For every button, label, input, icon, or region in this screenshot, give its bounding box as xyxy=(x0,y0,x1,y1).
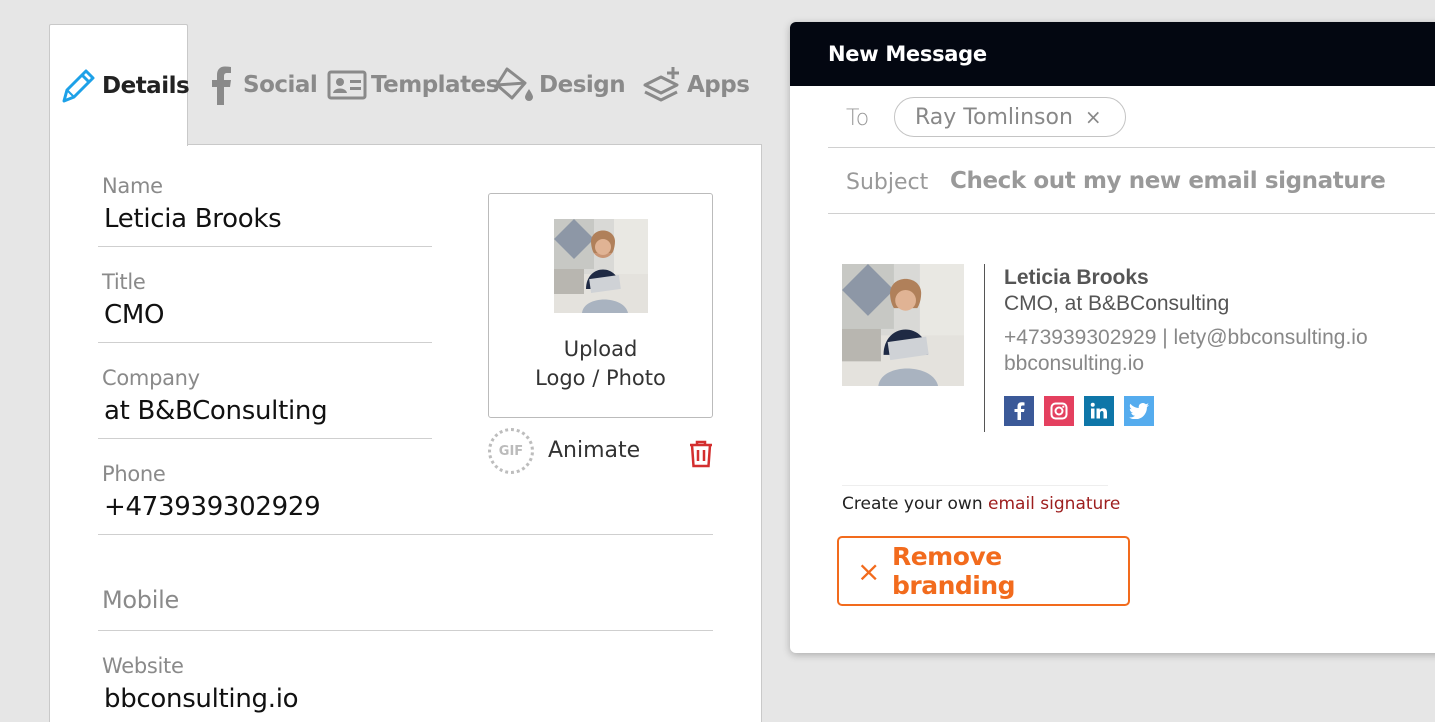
recipient-chip[interactable]: Ray Tomlinson × xyxy=(894,97,1126,137)
signature-name: Leticia Brooks xyxy=(1004,266,1149,289)
subject-label: Subject xyxy=(846,170,929,195)
tab-apps[interactable]: Apps xyxy=(641,24,750,145)
name-field[interactable]: Name Leticia Brooks xyxy=(98,170,432,247)
tab-apps-label: Apps xyxy=(687,71,750,98)
editor-tabs: Details Social Templates Design Apps xyxy=(49,24,762,146)
title-value[interactable]: CMO xyxy=(104,300,164,330)
facebook-icon xyxy=(205,65,239,105)
company-value[interactable]: at B&BConsulting xyxy=(104,396,328,426)
profile-photo xyxy=(554,219,648,313)
close-icon: × xyxy=(857,554,880,588)
tab-details-label: Details xyxy=(102,72,190,99)
to-row: To Ray Tomlinson × xyxy=(828,86,1435,148)
remove-recipient-icon[interactable]: × xyxy=(1085,105,1102,129)
signature-title: CMO, at B&BConsulting xyxy=(1004,292,1230,315)
website-value[interactable]: bbconsulting.io xyxy=(104,684,299,714)
gif-icon[interactable]: GIF xyxy=(488,428,534,474)
layers-plus-icon xyxy=(641,65,683,105)
trash-icon[interactable] xyxy=(688,440,714,473)
phone-value[interactable]: +473939302929 xyxy=(104,492,321,522)
name-value[interactable]: Leticia Brooks xyxy=(104,204,282,234)
promo-text: Create your own email signature xyxy=(842,494,1120,514)
facebook-icon[interactable] xyxy=(1004,396,1034,426)
signature-socials xyxy=(1004,396,1154,426)
promo-divider xyxy=(842,485,1108,486)
id-card-icon xyxy=(327,69,367,101)
to-label: To xyxy=(846,106,870,131)
mobile-field[interactable]: Mobile xyxy=(98,554,713,631)
subject-input[interactable]: Check out my new email signature xyxy=(950,168,1386,194)
compose-header: New Message xyxy=(790,22,1435,86)
tab-social[interactable]: Social xyxy=(205,24,318,145)
instagram-icon[interactable] xyxy=(1044,396,1074,426)
email-signature-link[interactable]: email signature xyxy=(988,494,1120,514)
tab-design[interactable]: Design xyxy=(493,24,626,145)
compose-window: New Message To Ray Tomlinson × Subject C… xyxy=(790,22,1435,653)
title-label: Title xyxy=(102,270,146,294)
upload-photo-button[interactable]: Upload Logo / Photo xyxy=(488,193,713,418)
signature-photo xyxy=(842,264,964,386)
tab-templates-label: Templates xyxy=(371,71,499,98)
remove-branding-button[interactable]: × Remove branding xyxy=(837,536,1130,606)
animate-row: GIF Animate xyxy=(488,428,718,476)
animate-label[interactable]: Animate xyxy=(548,438,640,463)
recipient-name: Ray Tomlinson xyxy=(915,104,1073,130)
signature-website[interactable]: bbconsulting.io xyxy=(1004,352,1144,376)
company-field[interactable]: Company at B&BConsulting xyxy=(98,362,432,439)
mobile-placeholder: Mobile xyxy=(102,586,179,614)
name-label: Name xyxy=(102,174,163,198)
pen-icon xyxy=(58,66,98,106)
paint-bucket-icon xyxy=(493,65,535,105)
signature-contact[interactable]: +473939302929 | lety@bbconsulting.io xyxy=(1004,326,1368,350)
tab-social-label: Social xyxy=(243,71,318,98)
twitter-icon[interactable] xyxy=(1124,396,1154,426)
signature-preview: Leticia Brooks CMO, at B&BConsulting +47… xyxy=(842,264,1435,434)
signature-divider xyxy=(984,264,985,432)
tab-design-label: Design xyxy=(539,71,626,98)
company-label: Company xyxy=(102,366,200,390)
upload-line-2: Logo / Photo xyxy=(535,366,666,390)
remove-branding-label: Remove branding xyxy=(891,542,1016,600)
title-field[interactable]: Title CMO xyxy=(98,266,432,343)
phone-label: Phone xyxy=(102,462,166,486)
website-label: Website xyxy=(102,654,184,678)
tab-details[interactable]: Details xyxy=(49,24,190,146)
upload-line-1: Upload xyxy=(563,337,638,361)
tab-templates[interactable]: Templates xyxy=(327,24,499,145)
promo-prefix: Create your own xyxy=(842,494,989,514)
website-field[interactable]: Website bbconsulting.io xyxy=(98,650,713,722)
linkedin-icon[interactable] xyxy=(1084,396,1114,426)
subject-row[interactable]: Subject Check out my new email signature xyxy=(828,148,1435,214)
